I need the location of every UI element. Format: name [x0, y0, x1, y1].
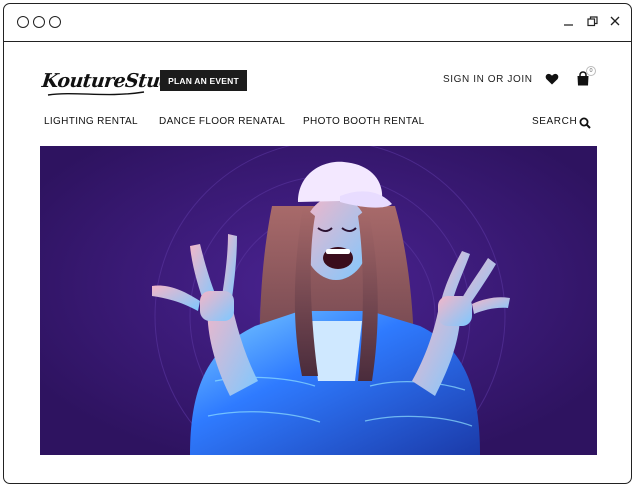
close-icon[interactable] — [608, 14, 622, 28]
window-dot-2[interactable] — [33, 16, 45, 28]
logo-swash — [47, 91, 145, 96]
nav-item-photo-booth-rental[interactable]: PHOTO BOOTH RENTAL — [303, 116, 425, 127]
minimize-icon[interactable] — [561, 14, 575, 28]
window-titlebar — [4, 4, 631, 42]
restore-icon[interactable] — [585, 14, 599, 28]
hero-banner — [40, 146, 597, 455]
sign-in-link[interactable]: SIGN IN OR JOIN — [443, 74, 533, 85]
heart-icon[interactable] — [545, 72, 559, 86]
nav-item-lighting-rental[interactable]: LIGHTING RENTAL — [44, 116, 138, 127]
search-label[interactable]: SEARCH — [532, 116, 577, 127]
window-dot-3[interactable] — [49, 16, 61, 28]
cart-count-badge: 0 — [586, 66, 596, 76]
plan-event-button[interactable]: PLAN AN EVENT — [160, 70, 247, 91]
search-icon[interactable] — [579, 116, 591, 129]
hero-image — [40, 146, 597, 455]
nav-item-dance-floor-rental[interactable]: DANCE FLOOR RENATAL — [159, 116, 285, 127]
browser-window: KoutureStudios PLAN AN EVENT SIGN IN OR … — [3, 3, 632, 484]
window-dot-1[interactable] — [17, 16, 29, 28]
